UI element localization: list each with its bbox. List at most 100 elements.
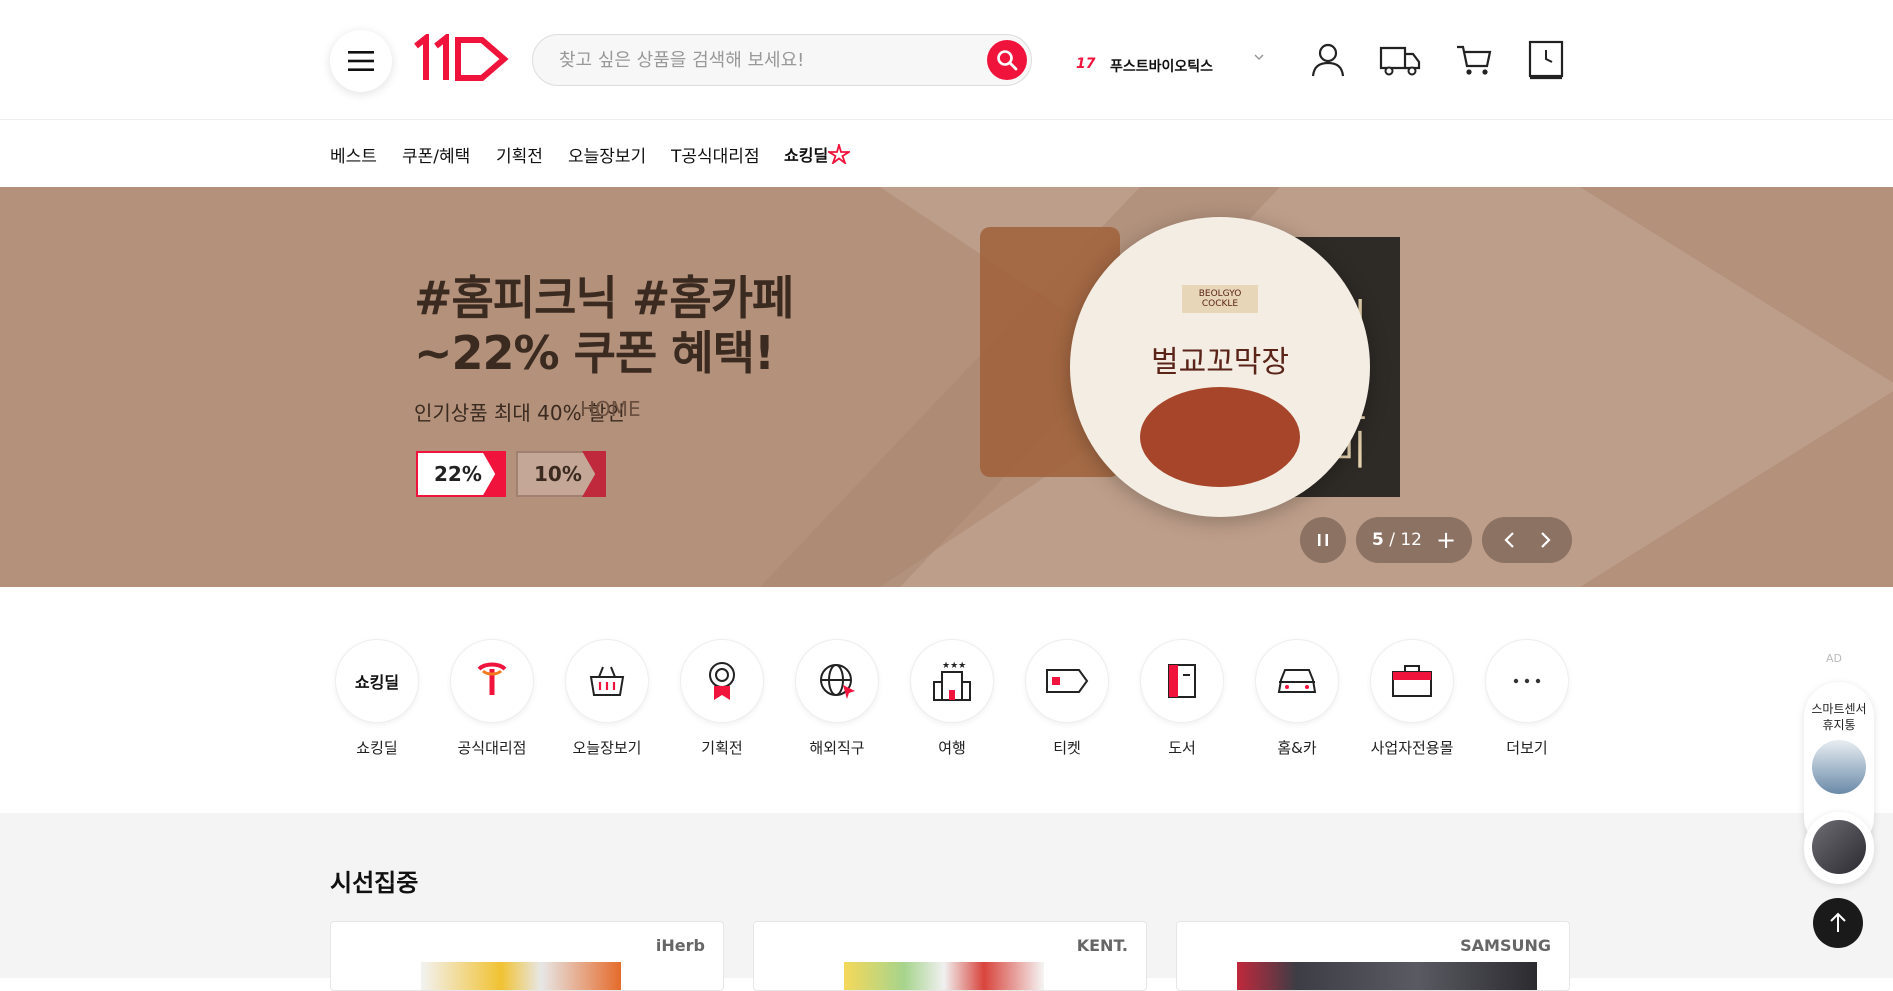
banner-nav-arrows [1482,517,1572,563]
side-recent-image [1812,820,1866,874]
coupon-notch-2 [582,451,606,497]
t-agency-icon [477,662,507,695]
product-card[interactable]: SAMSUNG [1176,921,1570,991]
banner-pause-button[interactable] [1300,517,1346,563]
category-label: 오늘장보기 [572,739,642,757]
header: 17 푸스트바이오틱스 [0,0,1893,120]
search-button[interactable] [987,40,1027,80]
nav-best[interactable]: 베스트 [330,142,377,167]
category-label: 기획전 [701,739,743,757]
coupon-notch-1 [482,451,506,497]
category-book[interactable]: 도서 [1130,639,1230,779]
category-global[interactable]: 해외직구 [785,639,885,779]
hero-image-product: BEOLGYO COCKLE 벌교꼬막장 [1070,217,1370,517]
category-circle [1255,639,1339,723]
search-input[interactable] [559,35,959,85]
scroll-top-button[interactable] [1813,898,1863,948]
hero-title-line2: ~22% 쿠폰 혜택! [414,326,775,381]
briefcase-icon [1392,665,1432,697]
coupon-badge-2: 10% [516,451,606,497]
truck-icon [1379,46,1421,76]
category-circle [1370,639,1454,723]
rank-keyword: 푸스트바이오틱스 [1110,59,1214,75]
hero-title: #홈피크닉 #홈카페 ~22% 쿠폰 혜택! [414,271,794,381]
banner-total-slides: / 12 [1389,530,1422,550]
nav-coupon[interactable]: 쿠폰/혜택 [402,142,470,167]
card-thumbnail [1237,962,1537,990]
category-circle [680,639,764,723]
category-label: 쇼킹딜 [356,739,398,757]
category-label: 여행 [938,739,966,757]
cart-icon [1457,45,1492,75]
logo[interactable] [412,31,512,84]
hero-title-line1: #홈피크닉 #홈카페 [414,271,794,325]
category-more[interactable]: 더보기 [1475,639,1575,779]
recent-viewed-button[interactable] [1524,38,1568,82]
hotel-icon: ★★★ [933,661,971,701]
chevron-down-icon[interactable] [1252,50,1266,64]
hero-banner[interactable]: 더포르미 BEOLGYO COCKLE 벌교꼬막장 #홈피크닉 #홈카페 ~22… [0,187,1893,587]
cart-button[interactable] [1452,38,1496,82]
arrow-up-icon [1830,912,1846,932]
nav-exhibition[interactable]: 기획전 [496,142,543,167]
nav-shocking-deal-label: 쇼킹딜 [784,146,829,165]
category-circle [1485,639,1569,723]
menu-button[interactable] [330,30,392,92]
chevron-right-icon[interactable] [1537,531,1553,549]
user-icon [1311,43,1345,77]
card-brand: KENT. [1076,936,1128,955]
category-t-agency[interactable]: 공식대리점 [440,639,540,779]
category-home-car[interactable]: 홈&카 [1245,639,1345,779]
category-label: 해외직구 [809,739,865,757]
plus-icon[interactable]: + [1436,526,1456,554]
globe-icon [820,664,855,699]
section-title: 시선집중 [330,869,419,897]
category-exhibition[interactable]: 기획전 [670,639,770,779]
search-icon [997,50,1018,71]
nav-shocking-deal[interactable]: 쇼킹딜 [784,141,853,166]
my-page-button[interactable] [1306,38,1350,82]
popular-keyword-ranking[interactable]: 17 푸스트바이오틱스 [1076,34,1276,84]
category-label: 홈&카 [1277,739,1317,757]
category-circle [450,639,534,723]
banner-counter[interactable]: 5 / 12 + [1356,517,1472,563]
more-icon [1513,678,1541,684]
basket-icon [589,666,625,696]
category-today-grocery[interactable]: 오늘장보기 [555,639,655,779]
side-ad-text: 스마트센서 휴지통 [1811,702,1867,732]
svg-text:★★★: ★★★ [942,661,966,671]
category-shocking-deal[interactable]: 쇼킹딜 쇼킹딜 [325,639,425,779]
ad-label: AD [1826,652,1842,665]
category-circle: 쇼킹딜 [335,639,419,723]
shocking-deal-icon: 쇼킹딜 [354,673,400,692]
book-icon [1168,664,1196,698]
focus-section: 시선집중 iHerb KENT. SAMSUNG [0,813,1893,991]
coupon-badge-1-label: 22% [434,462,482,486]
category-shortcuts: 쇼킹딜 쇼킹딜 공식대리점 오늘장보기 기획전 해외직구 ★★★ 여행 티켓 도… [0,587,1893,813]
category-circle [1025,639,1109,723]
category-label: 티켓 [1053,739,1081,757]
category-circle [565,639,649,723]
hero-product-brand: BEOLGYO COCKLE [1182,285,1258,313]
category-circle [795,639,879,723]
category-ticket[interactable]: 티켓 [1015,639,1115,779]
coupon-badge-1: 22% [416,451,506,497]
card-brand: SAMSUNG [1460,936,1551,955]
chevron-left-icon[interactable] [1502,531,1518,549]
category-business[interactable]: 사업자전용몰 [1360,639,1460,779]
coupon-badge-2-label: 10% [534,462,582,486]
gnb-nav: 베스트 쿠폰/혜택 기획전 오늘장보기 T공식대리점 쇼킹딜 [0,120,1893,186]
category-label: 사업자전용몰 [1370,739,1454,757]
nav-today-grocery[interactable]: 오늘장보기 [568,142,646,167]
category-circle: ★★★ [910,639,994,723]
product-card[interactable]: iHerb [330,921,724,991]
delivery-button[interactable] [1378,38,1422,82]
recent-clock-icon [1528,40,1564,80]
nav-t-agency[interactable]: T공식대리점 [671,142,760,167]
category-circle [1140,639,1224,723]
category-label: 도서 [1168,739,1196,757]
product-card[interactable]: KENT. [753,921,1147,991]
search-box [532,34,1032,86]
card-thumbnail [844,962,1044,990]
category-travel[interactable]: ★★★ 여행 [900,639,1000,779]
